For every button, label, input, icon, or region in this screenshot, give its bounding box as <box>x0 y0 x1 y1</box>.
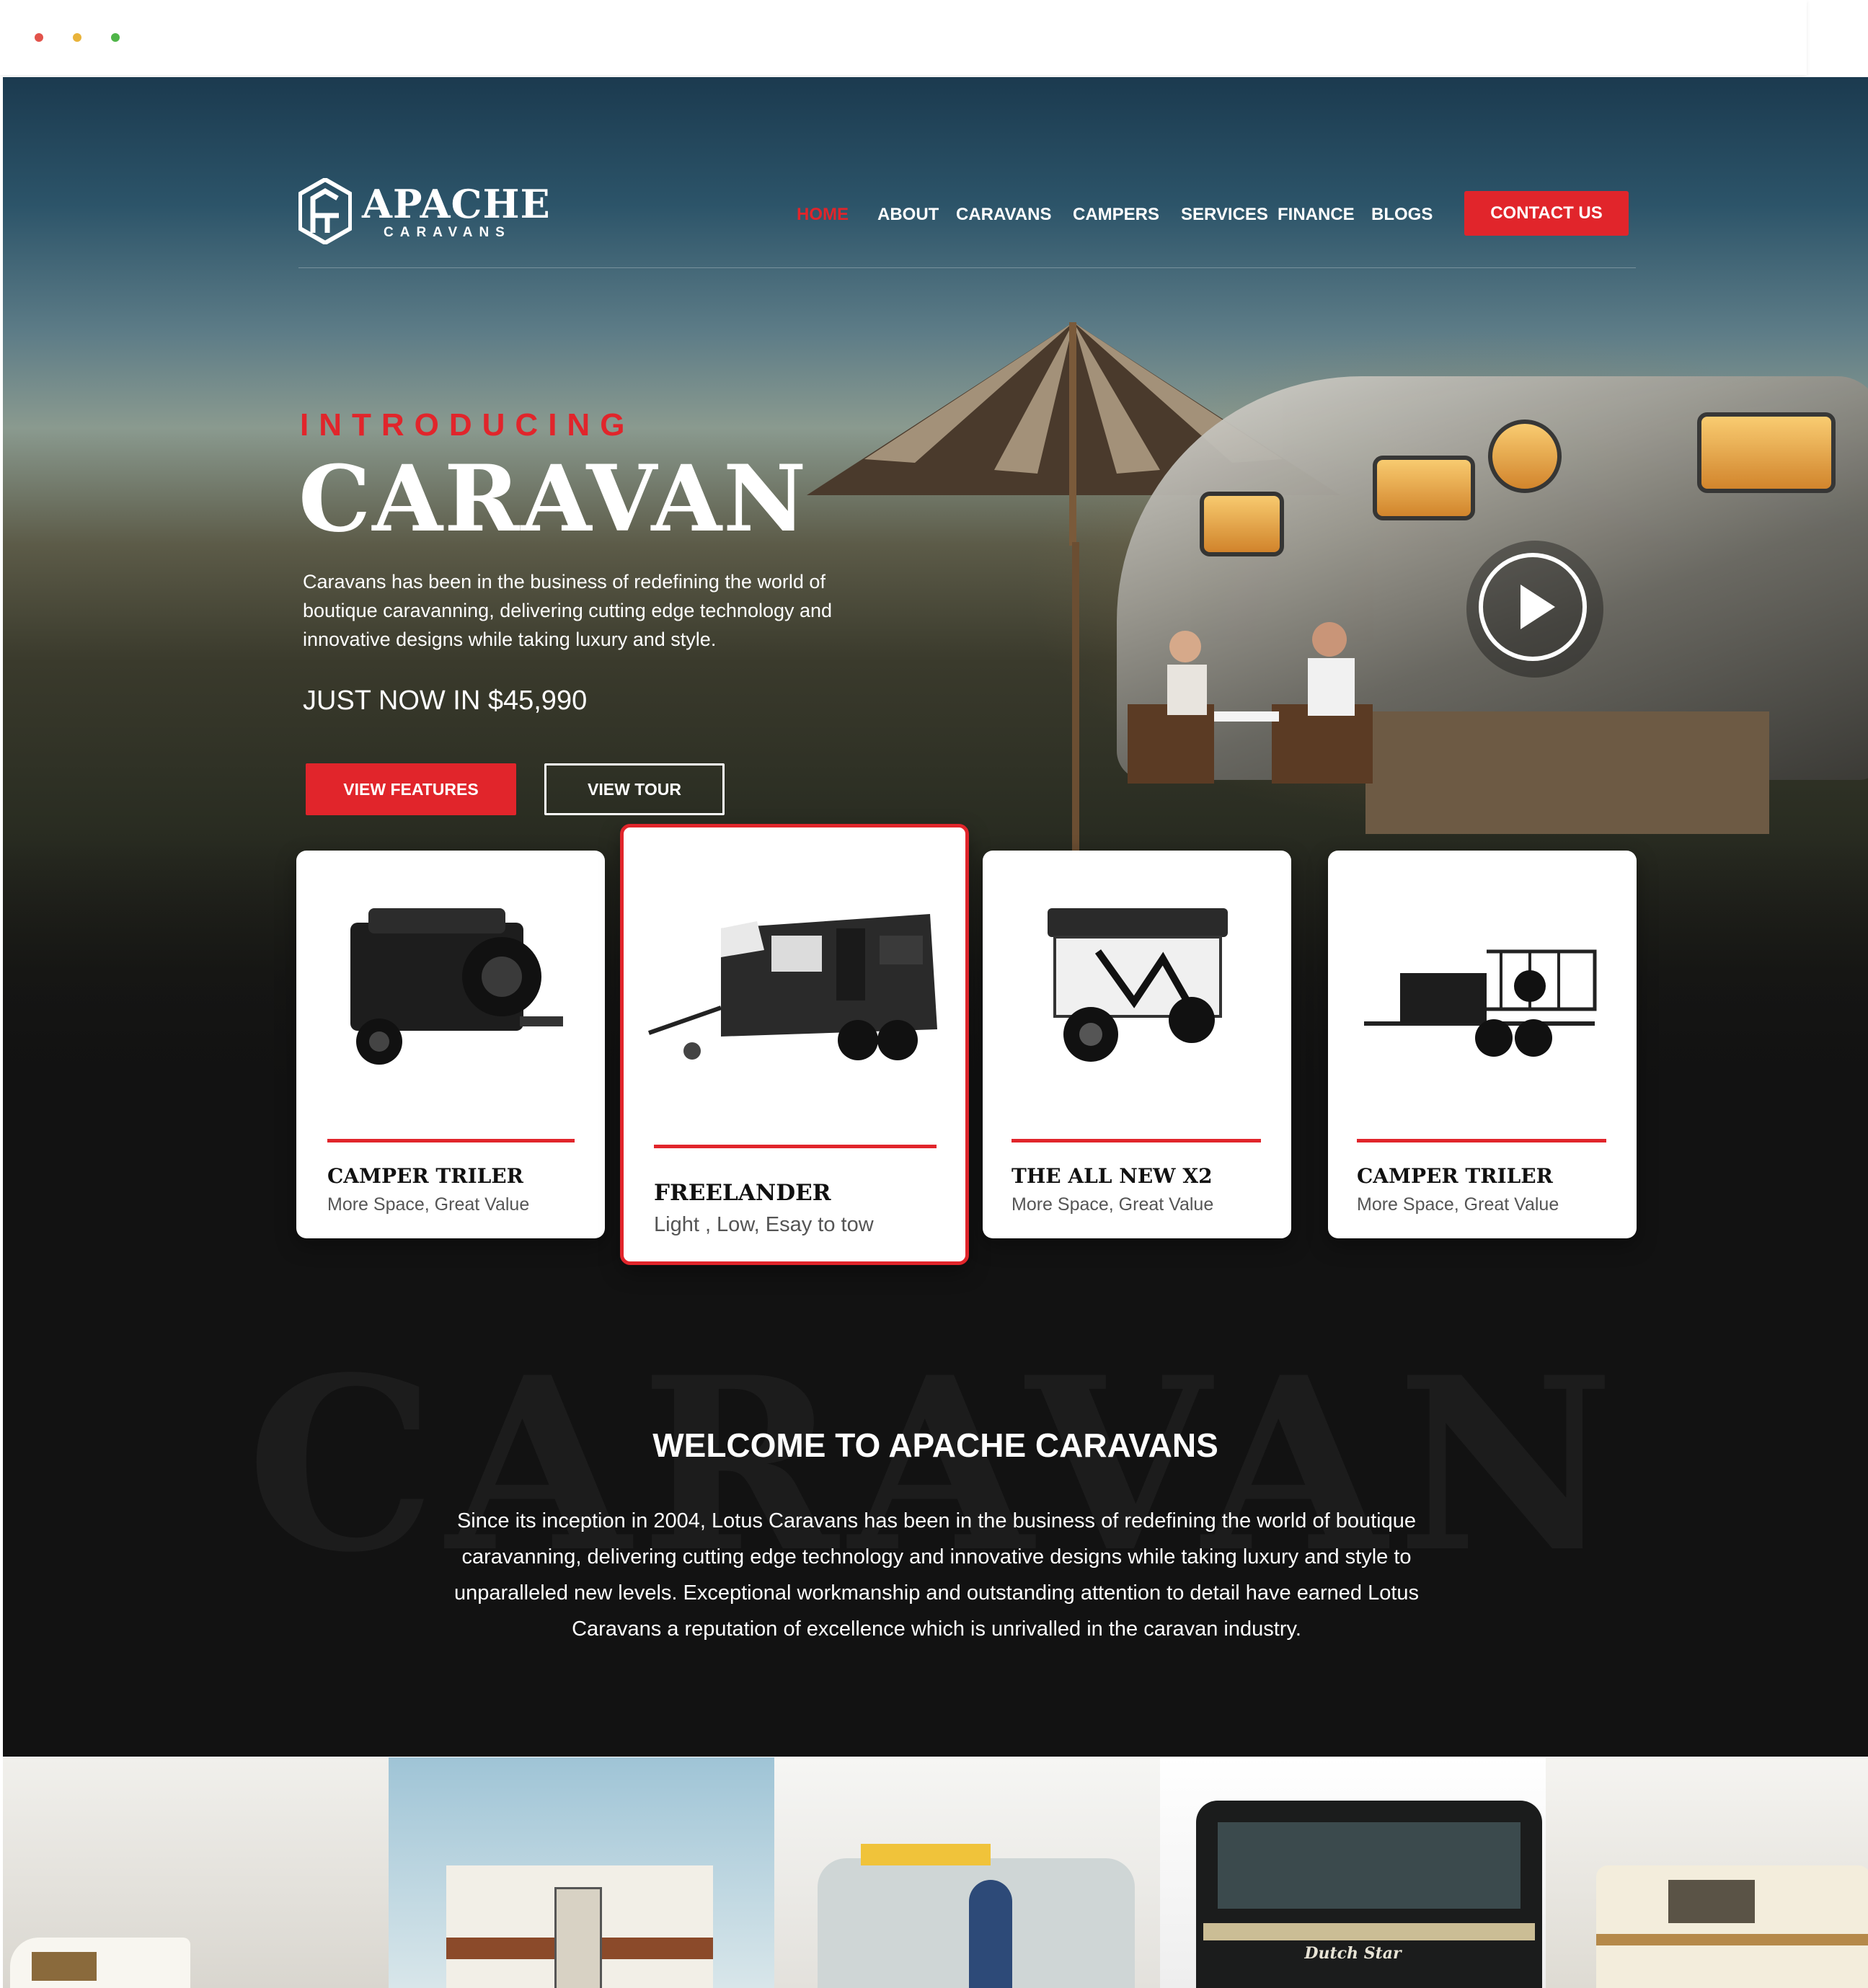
nav-item-services[interactable]: SERVICES <box>1181 204 1268 226</box>
card-accent-line <box>654 1145 937 1148</box>
product-title: CAMPER TRILER <box>327 1164 523 1188</box>
hero-headline: CARAVAN <box>298 445 808 552</box>
browser-window-bar <box>0 0 1807 75</box>
product-subtitle: More Space, Great Value <box>1012 1194 1214 1215</box>
brand-name: APACHE <box>362 181 551 227</box>
bus-windshield <box>1218 1822 1520 1909</box>
gallery-photo[interactable]: Dutch Star <box>1160 1757 1546 1988</box>
hero-eyebrow: INTRODUCING <box>300 407 635 443</box>
product-title: CAMPER TRILER <box>1357 1164 1553 1188</box>
hero-price: JUST NOW IN $45,990 <box>303 685 588 716</box>
nav-item-about[interactable]: ABOUT <box>877 204 939 226</box>
gallery-photo[interactable] <box>1546 1757 1868 1988</box>
camper-trailer-image <box>350 908 563 1065</box>
gallery-photo[interactable] <box>389 1757 774 1988</box>
maximize-window-dot[interactable] <box>111 33 120 42</box>
photo-gallery: Dutch Star <box>3 1757 1868 1988</box>
nav-item-home[interactable]: HOME <box>797 204 849 226</box>
bus-stripe <box>1203 1923 1535 1940</box>
logo-mark-icon <box>298 178 352 244</box>
nav-item-blogs[interactable]: BLOGS <box>1371 204 1433 226</box>
umbrella-pole <box>1072 542 1079 881</box>
nav-item-finance[interactable]: FINANCE <box>1278 204 1355 226</box>
product-card[interactable]: CAMPER TRILER More Space, Great Value <box>1328 851 1637 1238</box>
minimize-window-dot[interactable] <box>73 33 81 42</box>
x2-trailer-image <box>1048 908 1228 1062</box>
product-title: FREELANDER <box>654 1180 831 1206</box>
gallery-photo[interactable] <box>3 1757 389 1988</box>
welcome-title: WELCOME TO APACHE CARAVANS <box>652 1426 1218 1464</box>
product-card[interactable]: THE ALL NEW X2 More Space, Great Value <box>983 851 1291 1238</box>
people-illustration <box>1128 622 1373 784</box>
play-video-button[interactable] <box>1466 541 1603 678</box>
product-card-featured[interactable]: FREELANDER Light , Low, Esay to tow <box>620 824 969 1265</box>
product-subtitle: More Space, Great Value <box>327 1194 530 1215</box>
caravan-window <box>1697 412 1836 493</box>
contact-us-button[interactable]: CONTACT US <box>1464 191 1629 236</box>
trailer-stripe <box>1596 1934 1868 1945</box>
caravan-window <box>1200 492 1284 556</box>
trailer-door <box>554 1887 602 1988</box>
caravan-porthole <box>1488 420 1562 493</box>
close-window-dot[interactable] <box>35 33 43 42</box>
nav-item-campers[interactable]: CAMPERS <box>1073 204 1159 226</box>
card-accent-line <box>1357 1139 1606 1142</box>
bus-brand-text: Dutch Star <box>1304 1944 1402 1963</box>
roof-luggage <box>861 1844 991 1865</box>
brand-logo[interactable]: APACHE CARAVANS <box>298 178 550 250</box>
nav-divider <box>298 267 1636 268</box>
hero-description: Caravans has been in the business of red… <box>303 571 833 650</box>
brand-tagline: CARAVANS <box>384 225 511 240</box>
card-accent-line <box>327 1139 575 1142</box>
caravan-window <box>1373 456 1475 520</box>
product-subtitle: More Space, Great Value <box>1357 1194 1559 1215</box>
welcome-text: Since its inception in 2004, Lotus Carav… <box>453 1509 1420 1641</box>
card-accent-line <box>1012 1139 1261 1142</box>
camper-trailer-image <box>1364 949 1597 1057</box>
product-subtitle: Light , Low, Esay to tow <box>654 1213 874 1236</box>
motorhome-window <box>32 1952 97 1981</box>
gallery-photo[interactable] <box>774 1757 1160 1988</box>
nav-item-caravans[interactable]: CARAVANS <box>956 204 1051 226</box>
view-tour-button[interactable]: VIEW TOUR <box>544 763 725 815</box>
person-figure <box>969 1880 1012 1988</box>
wooden-deck <box>1365 711 1769 834</box>
trailer-window <box>1668 1880 1755 1923</box>
play-icon <box>1479 553 1587 661</box>
view-features-button[interactable]: VIEW FEATURES <box>306 763 516 815</box>
product-title: THE ALL NEW X2 <box>1012 1164 1213 1188</box>
landing-page: APACHE CARAVANS HOME ABOUT CARAVANS CAMP… <box>3 77 1868 1988</box>
freelander-caravan-image <box>648 914 937 1060</box>
product-card[interactable]: CAMPER TRILER More Space, Great Value <box>296 851 605 1238</box>
